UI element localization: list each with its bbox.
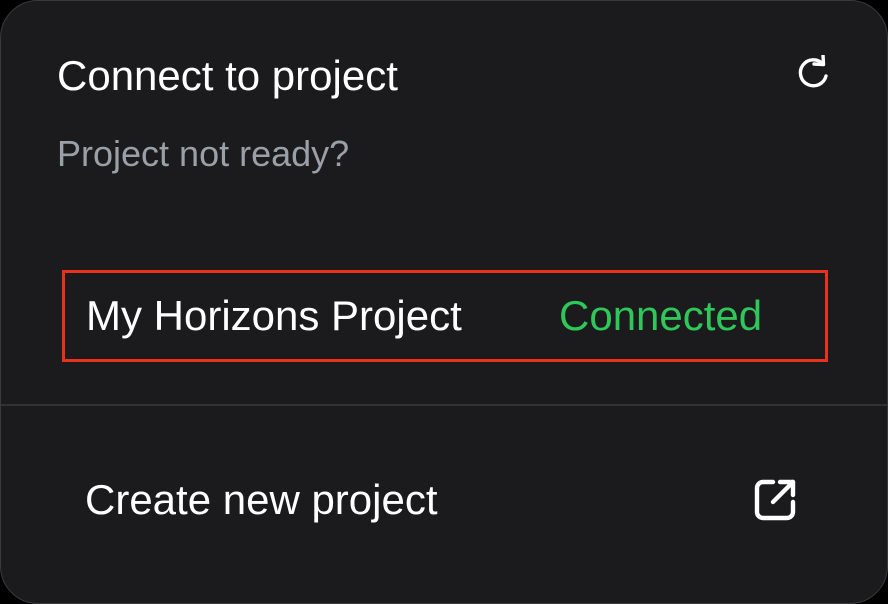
- create-new-project-label: Create new project: [85, 476, 438, 523]
- external-link-icon: [754, 479, 796, 521]
- connect-project-panel: Connect to project Project not ready? My…: [0, 0, 888, 604]
- refresh-icon: [798, 53, 828, 88]
- create-new-project-button[interactable]: Create new project: [61, 449, 821, 549]
- refresh-button[interactable]: [793, 53, 833, 95]
- project-not-ready-link[interactable]: Project not ready?: [57, 132, 349, 176]
- divider: [1, 404, 887, 406]
- project-name: My Horizons Project: [86, 292, 462, 339]
- connection-status: Connected: [559, 292, 763, 339]
- project-item[interactable]: My Horizons Project Connected: [62, 270, 828, 362]
- panel-title: Connect to project: [57, 52, 398, 99]
